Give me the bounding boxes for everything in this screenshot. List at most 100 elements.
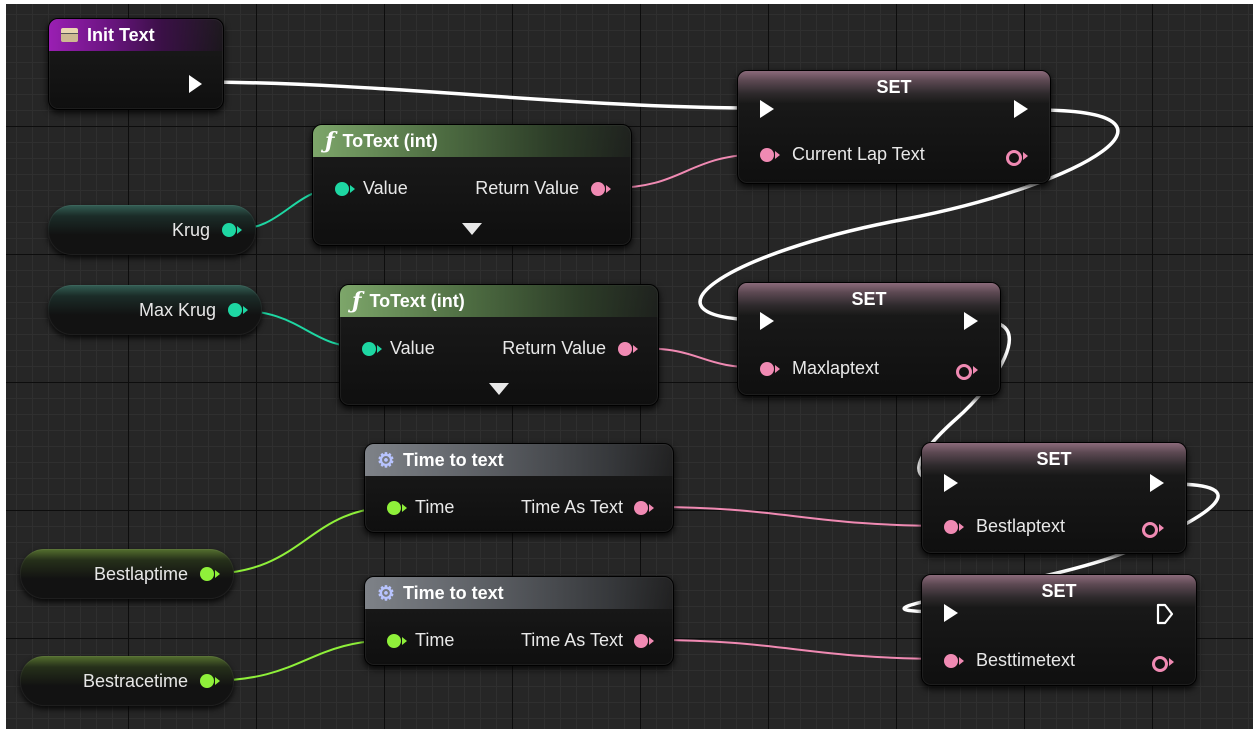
time-to-text-1-output-arrow-icon — [649, 504, 654, 512]
totext-2-expand-chevron-down-icon[interactable] — [489, 383, 509, 395]
set-1-header: SET — [738, 71, 1050, 103]
set-1-exec-out-pin[interactable] — [1014, 100, 1028, 118]
set-1-output-arrow-icon — [1023, 152, 1028, 160]
time-to-text-2-time-pin[interactable] — [387, 634, 401, 648]
set-4-header: SET — [922, 575, 1196, 607]
set-4-output-pin[interactable] — [1152, 656, 1168, 672]
totext-1-return-arrow-icon — [606, 185, 611, 193]
time-to-text-2-time-arrow-icon — [402, 637, 407, 645]
set-4-variable-label: Besttimetext — [976, 650, 1076, 670]
set-3-title: SET — [1036, 448, 1072, 469]
bestracetime-output-pin[interactable] — [200, 674, 214, 688]
totext-1-return-label: Return Value — [475, 178, 579, 198]
set-bestlaptext-node[interactable]: SET Bestlaptext — [921, 442, 1187, 554]
totext-2-return-label: Return Value — [502, 338, 606, 358]
time-to-text-node-1[interactable]: ⚙ Time to text Time Time As Text — [364, 443, 674, 533]
set-current-lap-text-node[interactable]: SET Current Lap Text — [737, 70, 1051, 184]
time-to-text-2-time-label: Time — [415, 630, 455, 650]
set-3-exec-out-pin[interactable] — [1150, 474, 1164, 492]
set-4-value-pin[interactable] — [944, 654, 958, 668]
totext-2-value-label: Value — [390, 338, 435, 358]
max-krug-output-arrow-icon — [243, 306, 248, 314]
set-3-header: SET — [922, 443, 1186, 475]
time-to-text-2-title: Time to text — [402, 582, 504, 603]
totext-2-title: ToText (int) — [369, 290, 465, 311]
set-2-output-pin[interactable] — [956, 364, 972, 380]
set-3-exec-in-pin[interactable] — [944, 474, 958, 492]
bestracetime-label: Bestracetime — [82, 670, 188, 691]
set-3-value-pin[interactable] — [944, 520, 958, 534]
totext-2-value-pin[interactable] — [362, 342, 376, 356]
time-to-text-1-output-pin[interactable] — [634, 501, 648, 515]
time-to-text-node-2[interactable]: ⚙ Time to text Time Time As Text — [364, 576, 674, 666]
init-text-exec-out-pin[interactable] — [189, 75, 202, 93]
set-3-value-arrow-icon — [959, 523, 964, 531]
set-1-exec-in-pin[interactable] — [760, 100, 774, 118]
max-krug-output-pin[interactable] — [228, 303, 242, 317]
totext-1-return-pin[interactable] — [591, 182, 605, 196]
set-4-exec-out-pin[interactable] — [1156, 603, 1174, 625]
krug-variable-node[interactable]: Krug — [48, 205, 256, 255]
totext-2-value-arrow-icon — [377, 345, 382, 353]
init-text-header: Init Text — [49, 19, 223, 51]
totext-1-value-arrow-icon — [350, 185, 355, 193]
totext-1-value-label: Value — [363, 178, 408, 198]
time-to-text-1-output-label: Time As Text — [520, 497, 623, 517]
bestlaptime-variable-node[interactable]: Bestlaptime — [20, 549, 234, 599]
set-2-value-pin[interactable] — [760, 362, 774, 376]
max-krug-label: Max Krug — [138, 299, 216, 320]
set-2-exec-out-pin[interactable] — [964, 312, 978, 330]
totext-int-node-2[interactable]: ƒ ToText (int) Value Return Value — [339, 284, 659, 406]
time-to-text-1-time-label: Time — [415, 497, 455, 517]
time-to-text-1-time-arrow-icon — [402, 504, 407, 512]
totext-1-header: ƒ ToText (int) — [313, 125, 631, 157]
set-2-output-arrow-icon — [973, 366, 978, 374]
totext-1-title: ToText (int) — [342, 130, 438, 151]
set-maxlaptext-node[interactable]: SET Maxlaptext — [737, 282, 1001, 396]
set-1-title: SET — [876, 76, 912, 97]
text-wire-time1-to-set3 — [651, 506, 952, 527]
set-2-variable-label: Maxlaptext — [792, 358, 880, 378]
krug-output-pin[interactable] — [222, 223, 236, 237]
function-icon: ƒ — [352, 288, 362, 314]
set-1-variable-label: Current Lap Text — [792, 144, 925, 164]
gear-icon: ⚙ — [377, 582, 395, 605]
set-4-output-arrow-icon — [1169, 658, 1174, 666]
set-besttimetext-node[interactable]: SET Besttimetext — [921, 574, 1197, 686]
set-1-value-pin[interactable] — [760, 148, 774, 162]
totext-1-expand-chevron-down-icon[interactable] — [462, 223, 482, 235]
time-to-text-2-output-pin[interactable] — [634, 634, 648, 648]
event-icon — [61, 28, 78, 42]
function-icon: ƒ — [325, 128, 335, 154]
set-1-value-arrow-icon — [775, 151, 780, 159]
time-to-text-1-title: Time to text — [402, 449, 504, 470]
init-text-event-node[interactable]: Init Text — [48, 18, 224, 110]
bestlaptime-output-arrow-icon — [215, 570, 220, 578]
time-to-text-2-output-label: Time As Text — [520, 630, 623, 650]
totext-int-node-1[interactable]: ƒ ToText (int) Value Return Value — [312, 124, 632, 246]
set-3-output-arrow-icon — [1159, 524, 1164, 532]
set-1-output-pin[interactable] — [1006, 150, 1022, 166]
max-krug-variable-node[interactable]: Max Krug — [48, 285, 262, 335]
totext-2-return-arrow-icon — [633, 345, 638, 353]
gear-icon: ⚙ — [377, 449, 395, 472]
bestracetime-variable-node[interactable]: Bestracetime — [20, 656, 234, 706]
bestlaptime-output-pin[interactable] — [200, 567, 214, 581]
totext-2-header: ƒ ToText (int) — [340, 285, 658, 317]
set-2-exec-in-pin[interactable] — [760, 312, 774, 330]
set-2-title: SET — [851, 288, 887, 309]
set-4-value-arrow-icon — [959, 657, 964, 665]
time-to-text-1-time-pin[interactable] — [387, 501, 401, 515]
time-to-text-2-header: ⚙ Time to text — [365, 577, 673, 609]
totext-1-value-pin[interactable] — [335, 182, 349, 196]
set-3-variable-label: Bestlaptext — [976, 516, 1066, 536]
krug-label: Krug — [171, 219, 210, 240]
set-4-exec-in-pin[interactable] — [944, 604, 958, 622]
bestracetime-output-arrow-icon — [215, 677, 220, 685]
totext-2-return-pin[interactable] — [618, 342, 632, 356]
time-to-text-2-output-arrow-icon — [649, 637, 654, 645]
init-text-title: Init Text — [87, 24, 155, 45]
set-3-output-pin[interactable] — [1142, 522, 1158, 538]
set-2-header: SET — [738, 283, 1000, 315]
blueprint-graph[interactable]: Init Text Krug Max Krug Bestlaptime Best… — [6, 4, 1253, 729]
